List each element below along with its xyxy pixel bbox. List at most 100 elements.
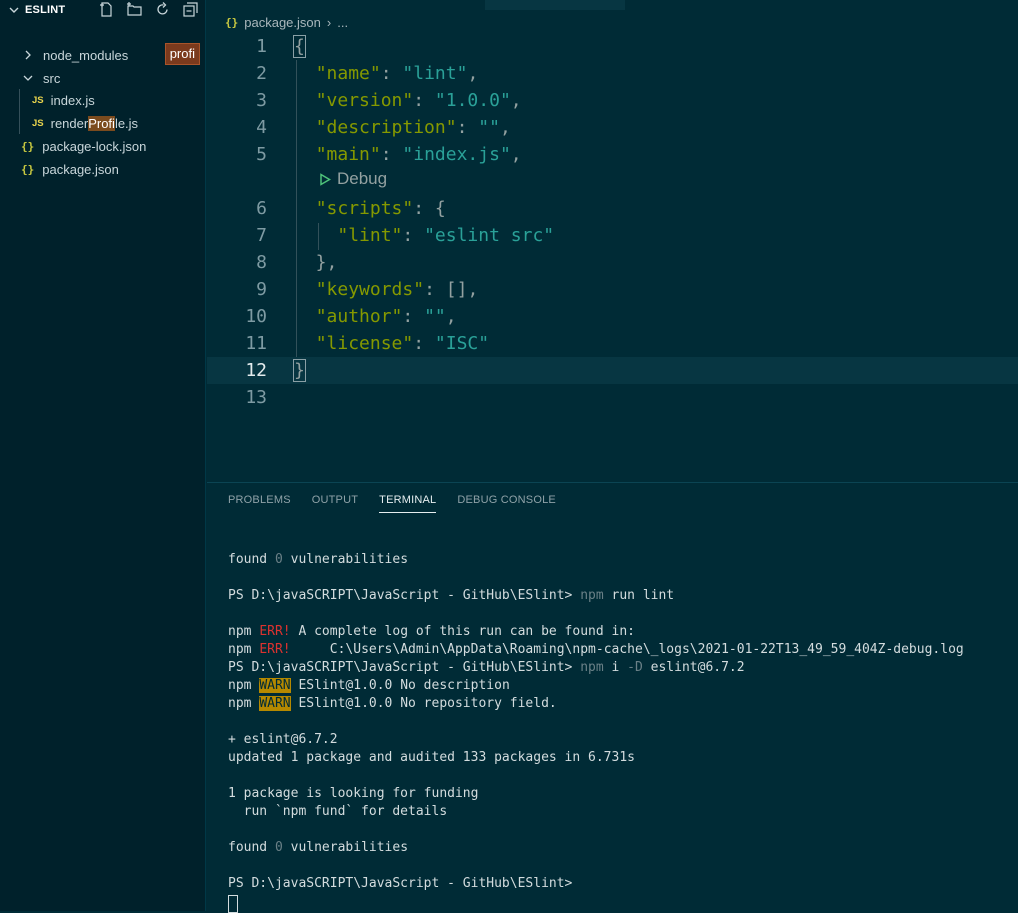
debug-codelens[interactable]: Debug xyxy=(319,168,387,190)
tree-item-renderprofile-js[interactable]: JS render Profi le.js xyxy=(0,112,205,134)
collapse-all-icon[interactable] xyxy=(182,1,199,18)
bottom-panel: PROBLEMS OUTPUT TERMINAL DEBUG CONSOLE f… xyxy=(207,482,1018,913)
json-value: "" xyxy=(478,117,500,138)
code-line: 9 "keywords": [], xyxy=(207,276,1018,303)
tree-item-label: node_modules xyxy=(43,47,129,63)
tab-debug-console[interactable]: DEBUG CONSOLE xyxy=(457,494,556,513)
tree-item-label-part: render xyxy=(50,115,89,131)
json-value: "lint" xyxy=(402,63,468,84)
line-number: 2 xyxy=(256,63,267,84)
code-line-current: 12 } xyxy=(207,357,1018,384)
line-number: 3 xyxy=(256,90,267,111)
json-value: "1.0.0" xyxy=(434,90,511,111)
json-key: "scripts" xyxy=(315,198,414,219)
tab-output[interactable]: OUTPUT xyxy=(312,494,358,513)
explorer-title: ESLINT xyxy=(25,4,66,16)
tree-item-label: package-lock.json xyxy=(42,138,147,154)
panel-tabs: PROBLEMS OUTPUT TERMINAL DEBUG CONSOLE xyxy=(228,494,577,513)
code-line: 3 "version": "1.0.0", xyxy=(207,87,1018,114)
code-line: 4 "description": "", xyxy=(207,114,1018,141)
json-file-icon: {} xyxy=(225,15,239,29)
json-value: [] xyxy=(445,279,468,300)
code-editor[interactable]: {} package.json › ... 1 { 2 "name": "lin… xyxy=(207,0,1018,482)
terminal-line: found 0 vulnerabilities xyxy=(228,840,409,855)
terminal-line xyxy=(228,893,1014,913)
code-line: 8 }, xyxy=(207,249,1018,276)
explorer-actions xyxy=(98,1,199,18)
explorer-sidebar: ESLINT node_modules profi src JS index.j… xyxy=(0,0,206,911)
json-key: "description" xyxy=(315,117,457,138)
code-line: 11 "license": "ISC" xyxy=(207,330,1018,357)
terminal-line: updated 1 package and audited 133 packag… xyxy=(228,750,635,765)
json-value: "" xyxy=(424,306,446,327)
editor-tab[interactable] xyxy=(485,0,625,10)
breadcrumb-file[interactable]: package.json xyxy=(244,15,321,30)
terminal-line: found 0 vulnerabilities xyxy=(228,552,409,567)
tab-terminal[interactable]: TERMINAL xyxy=(379,494,437,513)
terminal-line: run `npm fund` for details xyxy=(228,804,448,819)
terminal-line: npm WARN ESlint@1.0.0 No description xyxy=(228,678,510,693)
tree-item-package-lock-json[interactable]: {} package-lock.json xyxy=(0,135,205,157)
tree-item-label-part: le.js xyxy=(114,115,139,131)
play-icon xyxy=(320,172,331,186)
json-key: "version" xyxy=(315,90,414,111)
terminal-line: npm ERR! A complete log of this run can … xyxy=(228,624,635,639)
terminal-line: PS D:\javaSCRIPT\JavaScript - GitHub\ESl… xyxy=(228,588,675,603)
terminal-line: + eslint@6.7.2 xyxy=(228,732,338,747)
refresh-icon[interactable] xyxy=(154,1,171,18)
javascript-file-icon: JS xyxy=(32,117,44,129)
tree-item-node-modules[interactable]: node_modules profi xyxy=(0,43,205,66)
line-number: 10 xyxy=(245,306,267,327)
code-token: } xyxy=(293,359,306,382)
terminal-line: PS D:\javaSCRIPT\JavaScript - GitHub\ESl… xyxy=(228,876,581,891)
line-number: 12 xyxy=(245,360,267,381)
tree-item-label: package.json xyxy=(42,161,119,177)
terminal-line: PS D:\javaSCRIPT\JavaScript - GitHub\ESl… xyxy=(228,660,745,675)
code-line: 1 { xyxy=(207,33,1018,60)
chevron-right-icon xyxy=(25,50,31,60)
terminal-cursor xyxy=(228,895,238,913)
tree-item-label: src xyxy=(43,70,61,86)
line-number: 13 xyxy=(245,387,267,408)
terminal-line: 1 package is looking for funding xyxy=(228,786,479,801)
tree-item-src[interactable]: src xyxy=(0,67,205,89)
terminal-output[interactable]: found 0 vulnerabilities PS D:\javaSCRIPT… xyxy=(228,551,1014,913)
json-file-icon: {} xyxy=(21,162,35,176)
new-file-icon[interactable] xyxy=(98,1,115,18)
code-line: 10 "author": "", xyxy=(207,303,1018,330)
line-number: 1 xyxy=(256,36,267,57)
json-key: "author" xyxy=(315,306,403,327)
json-value: "index.js" xyxy=(402,144,511,165)
json-key: "license" xyxy=(315,333,414,354)
breadcrumb-more[interactable]: ... xyxy=(337,15,348,30)
json-value: "eslint src" xyxy=(424,225,555,246)
chevron-down-icon xyxy=(23,75,33,81)
code-token: { xyxy=(293,35,306,58)
line-number: 7 xyxy=(256,225,267,246)
json-key: "lint" xyxy=(337,225,403,246)
new-folder-icon[interactable] xyxy=(126,1,143,18)
json-key: "main" xyxy=(315,144,381,165)
tree-item-package-json[interactable]: {} package.json xyxy=(0,158,205,180)
json-file-icon: {} xyxy=(21,139,35,153)
breadcrumb: {} package.json › ... xyxy=(225,13,348,31)
chevron-down-icon xyxy=(9,7,19,13)
line-number: 5 xyxy=(256,144,267,165)
tree-item-index-js[interactable]: JS index.js xyxy=(0,89,205,111)
javascript-file-icon: JS xyxy=(32,94,44,106)
code-line: 2 "name": "lint", xyxy=(207,60,1018,87)
line-number: 11 xyxy=(245,333,267,354)
json-key: "name" xyxy=(315,63,381,84)
tab-problems[interactable]: PROBLEMS xyxy=(228,494,291,513)
terminal-line: npm ERR! C:\Users\Admin\AppData\Roaming\… xyxy=(228,642,964,657)
line-number: 9 xyxy=(256,279,267,300)
search-highlight-badge: profi xyxy=(164,43,200,65)
code-line: 7 "lint": "eslint src" xyxy=(207,222,1018,249)
search-match-highlight: Profi xyxy=(88,115,115,131)
